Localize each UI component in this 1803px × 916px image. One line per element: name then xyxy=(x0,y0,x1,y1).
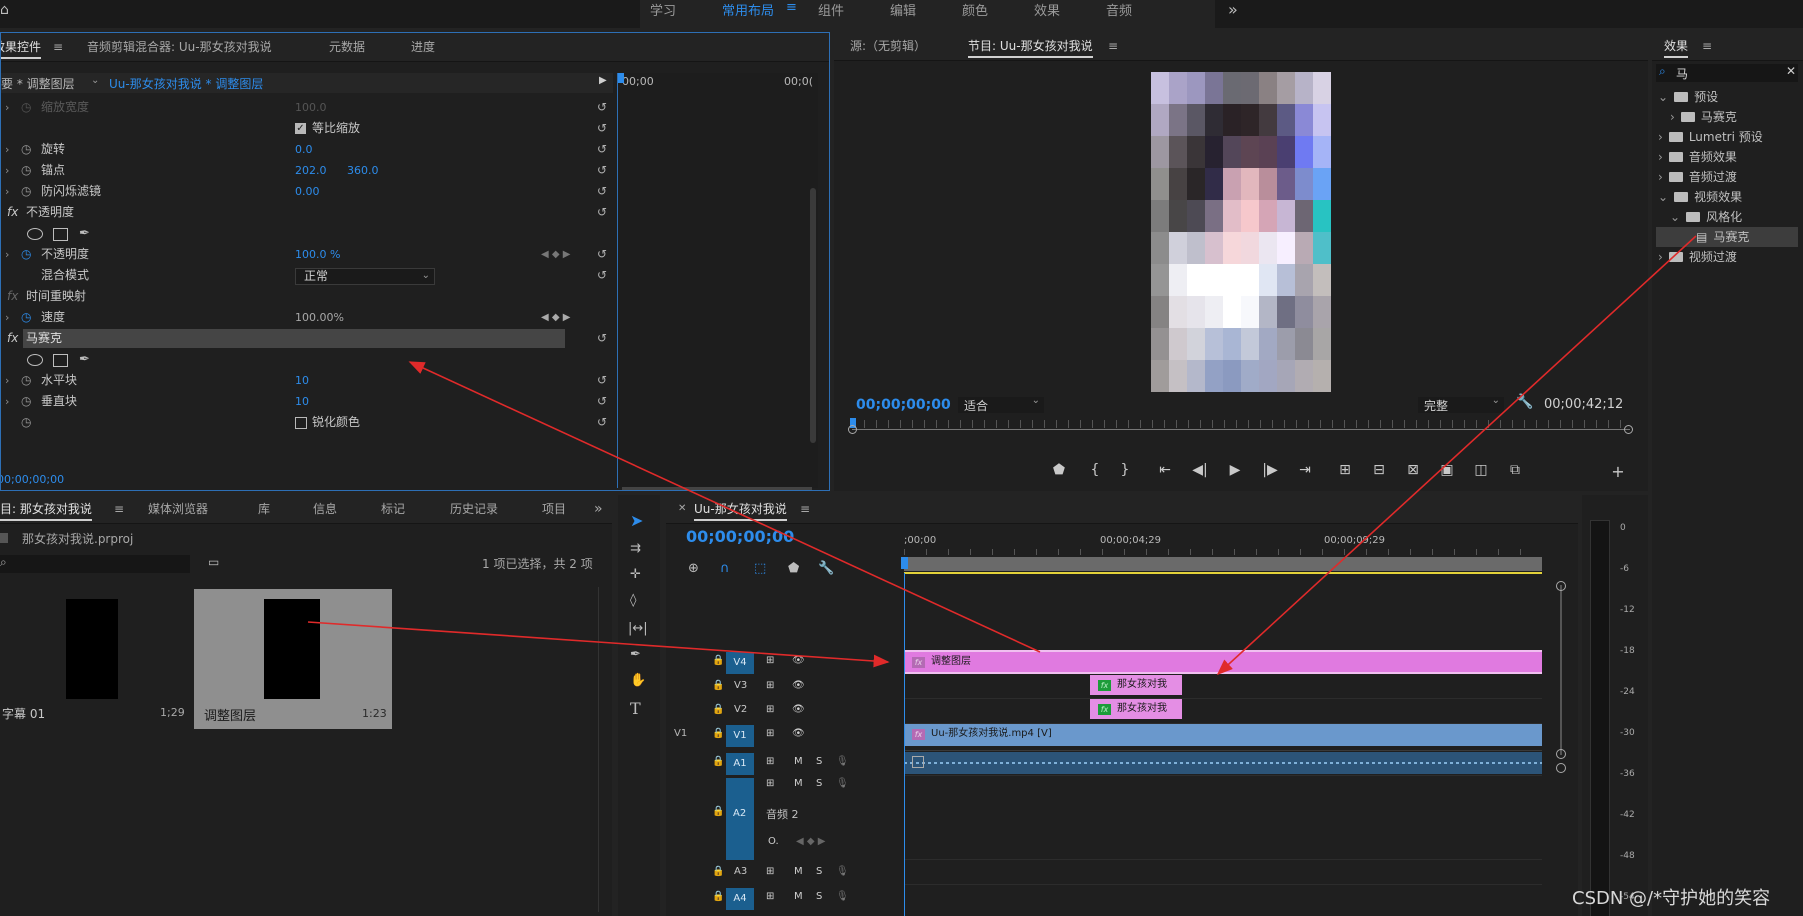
arrow-to-timeline xyxy=(307,621,890,668)
annotation-arrows xyxy=(307,235,1697,676)
arrow-to-adjust-clip xyxy=(1216,235,1697,676)
watermark: CSDN @/*守护她的笑容 xyxy=(1572,888,1771,909)
arrow-to-effect-controls xyxy=(408,361,1041,653)
